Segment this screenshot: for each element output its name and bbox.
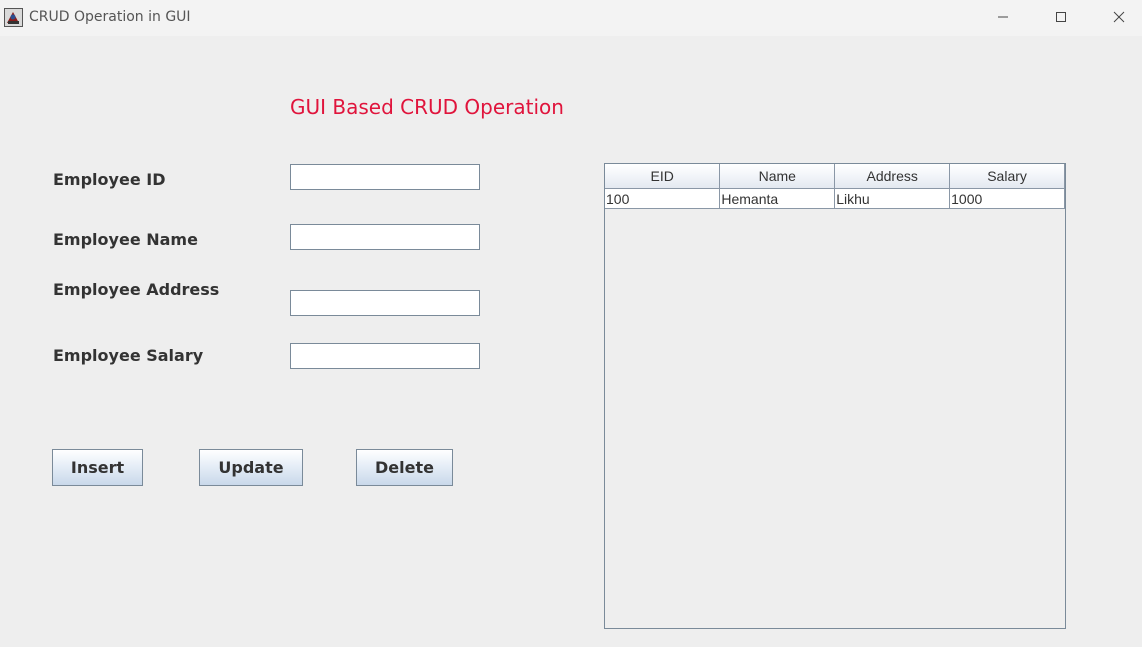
minimize-icon — [997, 8, 1009, 27]
column-header-name[interactable]: Name — [719, 164, 836, 189]
employee-id-label: Employee ID — [53, 170, 166, 189]
employee-address-label: Employee Address — [53, 280, 220, 299]
maximize-icon — [1055, 8, 1067, 27]
minimize-button[interactable] — [974, 0, 1032, 34]
column-header-address[interactable]: Address — [834, 164, 951, 189]
java-app-icon[interactable] — [4, 8, 23, 27]
insert-button[interactable]: Insert — [52, 449, 143, 486]
delete-button[interactable]: Delete — [356, 449, 453, 486]
window-title: CRUD Operation in GUI — [29, 9, 191, 25]
table-cell-address[interactable]: Likhu — [834, 188, 951, 209]
update-button[interactable]: Update — [199, 449, 303, 486]
app-window: CRUD Operation in GUI GUI Based CRUD Ope… — [0, 0, 1142, 647]
column-header-eid[interactable]: EID — [605, 164, 721, 189]
title-bar[interactable]: CRUD Operation in GUI — [0, 0, 1142, 36]
table-cell-salary[interactable]: 1000 — [949, 188, 1065, 209]
employee-salary-field[interactable] — [290, 343, 480, 369]
form-heading: GUI Based CRUD Operation — [290, 95, 564, 119]
employee-id-field[interactable] — [290, 164, 480, 190]
employee-name-label: Employee Name — [53, 230, 198, 249]
table-header-row: EID Name Address Salary — [605, 164, 1065, 189]
employee-table-pane[interactable]: EID Name Address Salary 100 Hemanta Likh… — [604, 163, 1066, 629]
employee-salary-label: Employee Salary — [53, 346, 204, 365]
column-header-salary[interactable]: Salary — [949, 164, 1065, 189]
table-cell-name[interactable]: Hemanta — [719, 188, 836, 209]
close-button[interactable] — [1090, 0, 1142, 34]
employee-table[interactable]: EID Name Address Salary 100 Hemanta Likh… — [605, 164, 1065, 209]
table-cell-eid[interactable]: 100 — [605, 188, 721, 209]
table-row[interactable]: 100 Hemanta Likhu 1000 — [605, 188, 1065, 209]
employee-name-field[interactable] — [290, 224, 480, 250]
close-icon — [1113, 8, 1125, 27]
maximize-button[interactable] — [1032, 0, 1090, 34]
employee-address-field[interactable] — [290, 290, 480, 316]
